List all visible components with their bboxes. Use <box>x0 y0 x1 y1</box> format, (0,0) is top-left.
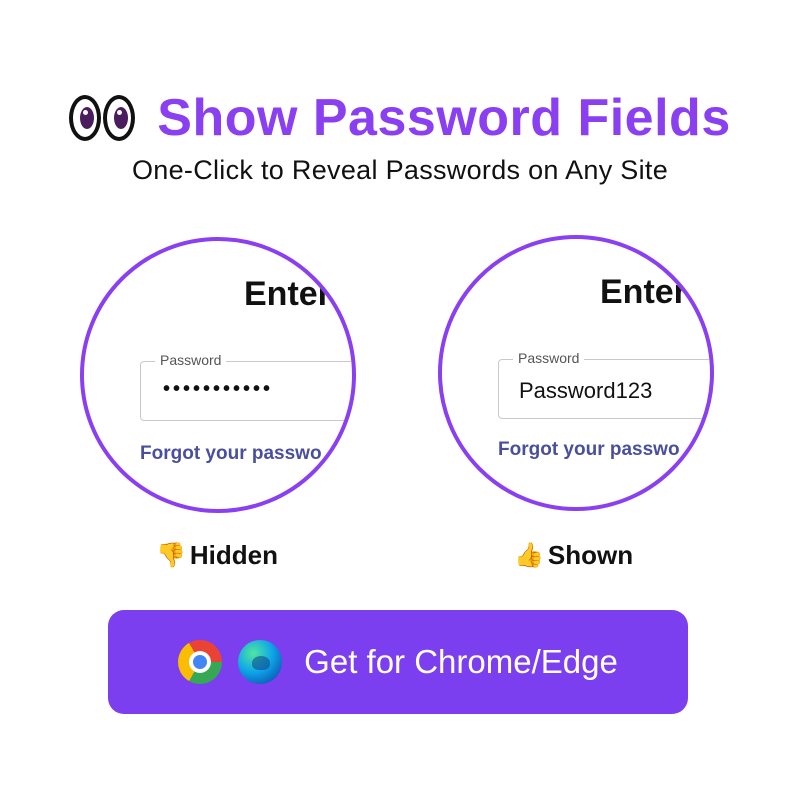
forgot-password-link[interactable]: Forgot your passwo <box>498 439 680 461</box>
edge-icon <box>238 640 283 684</box>
enter-heading: Enter <box>244 275 331 313</box>
right-eye <box>103 95 136 141</box>
password-field-shown[interactable]: Password Password123 <box>498 350 710 419</box>
eyes-icon <box>69 95 136 141</box>
header: Show Password Fields <box>0 78 800 158</box>
shown-caption-text: Shown <box>547 540 634 570</box>
forgot-password-link[interactable]: Forgot your passwo <box>140 443 322 465</box>
password-field-label: Password <box>513 350 585 366</box>
hidden-preview-circle: Enter Password ••••••••••• Forgot your p… <box>80 237 356 513</box>
page-title: Show Password Fields <box>157 89 731 147</box>
chrome-icon <box>178 640 223 684</box>
get-extension-button[interactable]: Get for Chrome/Edge <box>108 610 688 714</box>
shown-caption: 👍 Shown <box>514 540 633 571</box>
enter-heading: Enter <box>600 273 687 311</box>
page-subtitle: One-Click to Reveal Passwords on Any Sit… <box>131 155 669 185</box>
shown-preview-circle: Enter Password Password123 Forgot your p… <box>438 235 714 511</box>
password-field-value: ••••••••••• <box>163 378 274 400</box>
hidden-caption-text: Hidden <box>189 540 278 570</box>
thumbs-down-icon: 👎 <box>156 542 186 569</box>
thumbs-up-icon: 👍 <box>514 542 544 569</box>
password-field-value: Password123 <box>519 378 653 403</box>
password-field-label: Password <box>155 352 227 368</box>
get-extension-label: Get for Chrome/Edge <box>304 643 618 680</box>
password-field-hidden[interactable]: Password ••••••••••• <box>140 352 352 421</box>
left-eye <box>69 95 102 141</box>
hidden-caption: 👎 Hidden <box>156 540 278 571</box>
